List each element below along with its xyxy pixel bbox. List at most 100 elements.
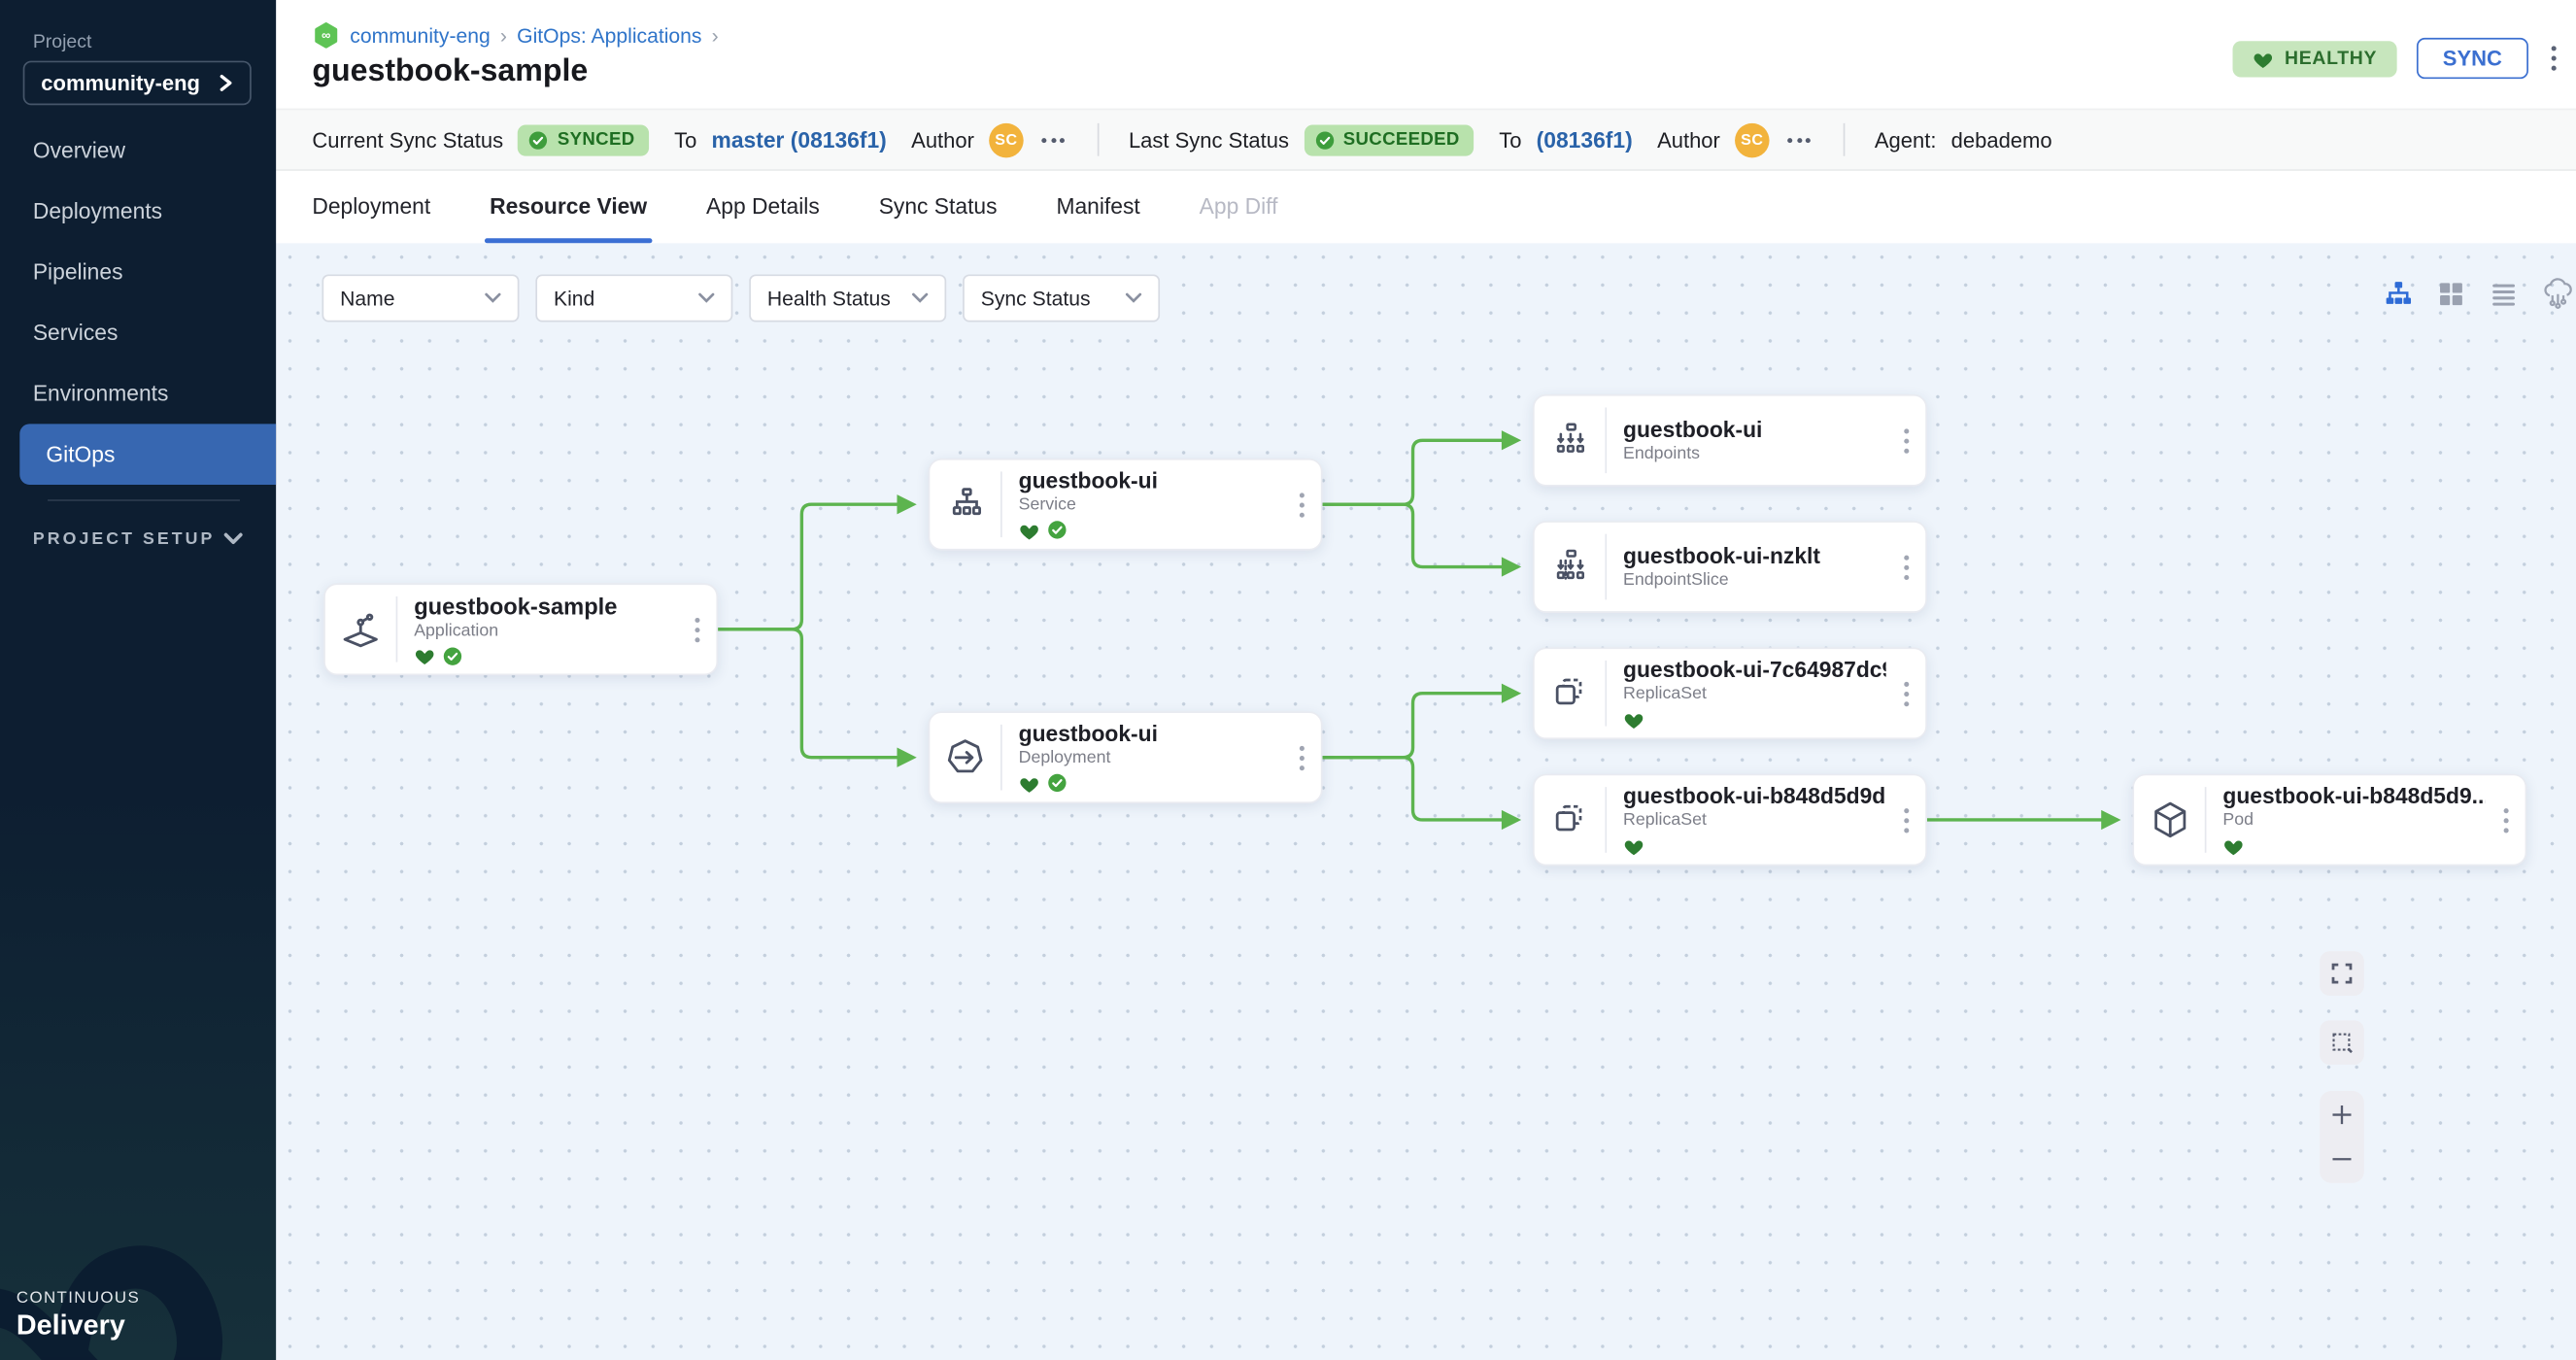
pod-icon: [2134, 787, 2206, 853]
sidebar-item-environments[interactable]: Environments: [0, 363, 276, 425]
node-title: guestbook-ui-b848d5d9...: [2222, 784, 2486, 808]
header-kebab-menu-icon[interactable]: [2548, 43, 2559, 74]
list-view-icon[interactable]: [2489, 280, 2518, 309]
node-title: guestbook-ui: [1019, 468, 1282, 493]
last-commit-link[interactable]: (08136f1): [1537, 127, 1633, 152]
project-setup-toggle[interactable]: PROJECT SETUP: [33, 529, 243, 549]
zoom-control: [2320, 1091, 2364, 1183]
node-endpoints-guestbook-ui[interactable]: guestbook-ui Endpoints: [1533, 394, 1927, 487]
filter-name-dropdown[interactable]: Name: [322, 274, 520, 322]
author-avatar[interactable]: SC: [989, 122, 1024, 157]
sidebar: ∞ Project community-eng Overview Deploym…: [0, 0, 276, 1360]
fullscreen-button[interactable]: [2320, 951, 2364, 996]
node-kind: Deployment: [1019, 748, 1282, 767]
synced-badge-label: SYNCED: [558, 130, 635, 150]
healthy-heart-icon: [1019, 520, 1040, 539]
commit-more-icon[interactable]: [1038, 137, 1068, 142]
node-kind: Pod: [2222, 810, 2486, 830]
project-selector-value: community-eng: [41, 71, 200, 95]
node-kebab-menu-icon[interactable]: [1281, 493, 1321, 517]
tab-app-diff[interactable]: App Diff: [1200, 194, 1278, 244]
page-title: guestbook-sample: [312, 54, 588, 90]
node-kebab-menu-icon[interactable]: [2486, 807, 2525, 832]
resource-canvas[interactable]: Name Kind Health Status Sync Status: [276, 243, 2576, 1360]
current-commit-link[interactable]: master (08136f1): [712, 127, 887, 152]
sync-status-bar: Current Sync Status SYNCED To master (08…: [276, 109, 2576, 171]
select-area-button[interactable]: [2320, 1020, 2364, 1065]
node-endpointslice-guestbook-ui-nzklt[interactable]: guestbook-ui-nzklt EndpointSlice: [1533, 521, 1927, 613]
node-kebab-menu-icon[interactable]: [1886, 428, 1926, 453]
node-title: guestbook-sample: [414, 593, 677, 619]
brand-delivery-label: Delivery: [17, 1309, 140, 1343]
sidebar-item-deployments[interactable]: Deployments: [0, 181, 276, 242]
tab-resource-view[interactable]: Resource View: [490, 194, 647, 244]
node-title: guestbook-ui-nzklt: [1623, 544, 1886, 568]
breadcrumb-applications-link[interactable]: GitOps: Applications: [517, 24, 701, 48]
application-icon: [325, 596, 397, 663]
author-label: Author: [1657, 127, 1720, 152]
node-service-guestbook-ui[interactable]: guestbook-ui Service: [929, 459, 1323, 551]
author-label: Author: [911, 127, 974, 152]
project-selector[interactable]: community-eng: [23, 61, 252, 106]
node-kebab-menu-icon[interactable]: [1886, 807, 1926, 832]
node-replicaset-guestbook-ui-b848d5d9d[interactable]: guestbook-ui-b848d5d9d ReplicaSet: [1533, 774, 1927, 867]
succeeded-badge: SUCCEEDED: [1304, 124, 1474, 155]
node-kebab-menu-icon[interactable]: [1886, 555, 1926, 579]
last-sync-status-label: Last Sync Status: [1129, 127, 1289, 152]
chevron-down-icon: [1126, 292, 1142, 304]
minus-icon: [2329, 1147, 2354, 1172]
breadcrumb-project-link[interactable]: community-eng: [350, 24, 491, 48]
sidebar-item-pipelines[interactable]: Pipelines: [0, 242, 276, 303]
statusbar-divider: [1844, 123, 1846, 156]
to-label: To: [674, 127, 696, 152]
node-badges: [1623, 708, 1886, 730]
replicaset-icon: [1535, 787, 1607, 853]
service-icon: [930, 471, 1001, 537]
succeeded-badge-label: SUCCEEDED: [1343, 130, 1460, 150]
node-pod-guestbook-ui-b848d5d9[interactable]: guestbook-ui-b848d5d9... Pod: [2132, 774, 2526, 867]
svg-text:∞: ∞: [322, 28, 330, 43]
node-kebab-menu-icon[interactable]: [1886, 681, 1926, 705]
sidebar-divider: [48, 499, 240, 501]
sidebar-item-services[interactable]: Services: [0, 302, 276, 363]
zoom-in-button[interactable]: [2329, 1103, 2354, 1127]
node-kebab-menu-icon[interactable]: [677, 617, 717, 641]
node-badges: [1019, 519, 1282, 540]
brand-continuous-label: CONTINUOUS: [17, 1290, 140, 1309]
cloud-network-view-icon[interactable]: [2541, 278, 2574, 311]
tab-deployment[interactable]: Deployment: [312, 194, 430, 244]
sync-button[interactable]: SYNC: [2417, 38, 2528, 79]
healthy-heart-icon: [414, 646, 435, 665]
node-kind: ReplicaSet: [1623, 684, 1886, 703]
node-replicaset-guestbook-ui-7c64987dc9[interactable]: guestbook-ui-7c64987dc9 ReplicaSet: [1533, 647, 1927, 739]
sidebar-item-gitops[interactable]: GitOps: [19, 424, 276, 485]
node-title: guestbook-ui: [1019, 721, 1282, 745]
author-avatar[interactable]: SC: [1735, 122, 1770, 157]
endpoints-icon: [1535, 407, 1607, 473]
header-actions: HEALTHY SYNC: [2232, 38, 2559, 79]
zoom-out-button[interactable]: [2329, 1147, 2354, 1172]
fullscreen-icon: [2329, 961, 2354, 985]
chevron-down-icon: [223, 532, 243, 546]
replicaset-icon: [1535, 661, 1607, 727]
grid-view-icon[interactable]: [2436, 280, 2465, 309]
chevron-down-icon: [912, 292, 929, 304]
filter-sync-status-dropdown[interactable]: Sync Status: [963, 274, 1160, 322]
tree-view-icon[interactable]: [2384, 280, 2413, 309]
breadcrumb: ∞ community-eng › GitOps: Applications ›: [312, 21, 718, 50]
health-status-badge: HEALTHY: [2232, 40, 2397, 76]
tab-manifest[interactable]: Manifest: [1056, 194, 1139, 244]
node-application-guestbook-sample[interactable]: guestbook-sample Application: [323, 583, 718, 675]
commit-more-icon[interactable]: [1784, 137, 1813, 142]
tab-app-details[interactable]: App Details: [706, 194, 820, 244]
filter-health-status-dropdown[interactable]: Health Status: [749, 274, 946, 322]
node-deployment-guestbook-ui[interactable]: guestbook-ui Deployment: [929, 711, 1323, 803]
chevron-right-icon: [219, 74, 233, 92]
check-circle-icon: [1313, 129, 1335, 151]
healthy-heart-icon: [2222, 835, 2244, 855]
node-kebab-menu-icon[interactable]: [1281, 745, 1321, 769]
tab-sync-status[interactable]: Sync Status: [879, 194, 998, 244]
filter-kind-dropdown[interactable]: Kind: [535, 274, 732, 322]
node-kind: Service: [1019, 494, 1282, 514]
sidebar-item-overview[interactable]: Overview: [0, 119, 276, 181]
